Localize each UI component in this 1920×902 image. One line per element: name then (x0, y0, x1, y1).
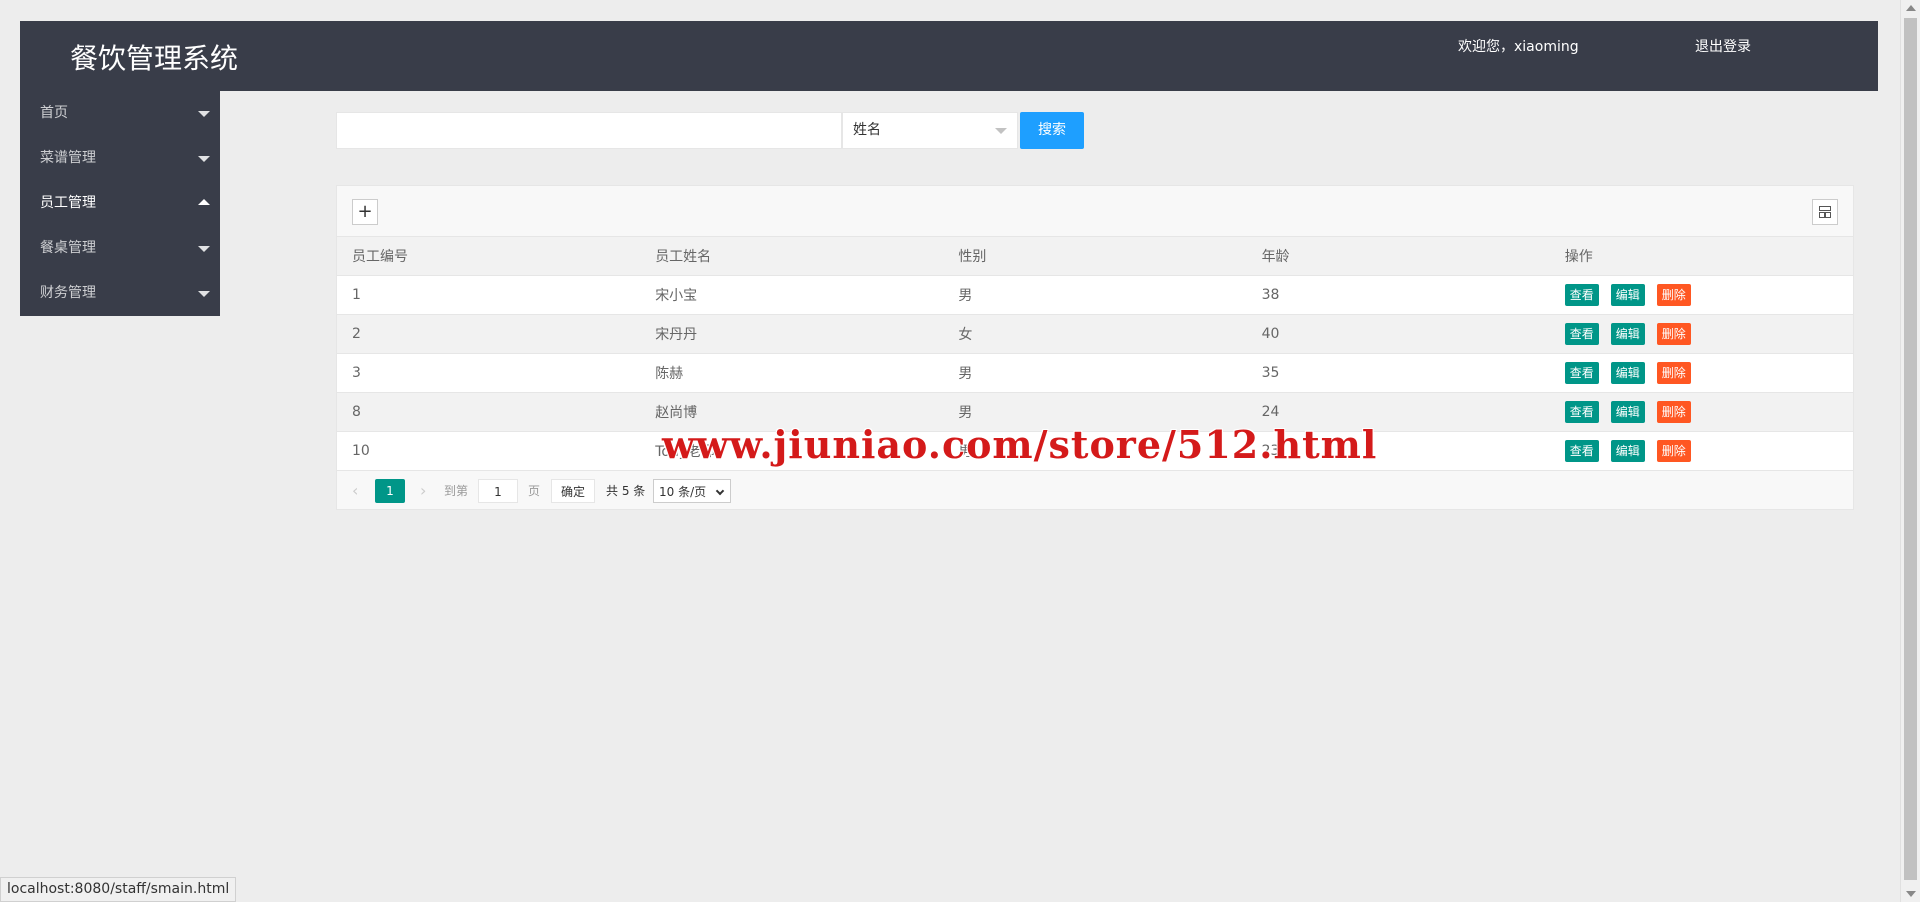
goto-confirm-button[interactable]: 确定 (551, 479, 595, 503)
edit-button[interactable]: 编辑 (1610, 361, 1645, 384)
top-header: 餐饮管理系统 欢迎您，xiaoming 退出登录 (20, 21, 1878, 91)
table-row: 1 宋小宝 男 38 查看 编辑 删除 (337, 275, 1853, 314)
view-button[interactable]: 查看 (1564, 283, 1599, 306)
columns-icon[interactable] (1812, 199, 1838, 225)
cell-gender: 男 (958, 365, 973, 382)
page-current[interactable]: 1 (375, 479, 405, 503)
delete-button[interactable]: 删除 (1656, 400, 1691, 423)
vertical-scrollbar[interactable] (1900, 0, 1920, 902)
cell-actions: 查看 编辑 删除 (1550, 353, 1853, 392)
page-unit-label: 页 (528, 484, 541, 498)
page-size-select[interactable]: 10 条/页 (653, 479, 731, 503)
cell-gender: 女 (958, 326, 973, 343)
cell-actions: 查看 编辑 删除 (1550, 275, 1853, 314)
sidebar-item-label: 财务管理 (40, 285, 96, 301)
page-size-value: 10 条/页 (659, 485, 707, 499)
goto-label: 到第 (444, 484, 469, 498)
cell-id: 1 (352, 286, 361, 303)
delete-button[interactable]: 删除 (1656, 322, 1691, 345)
cell-id: 3 (352, 364, 361, 381)
cell-actions: 查看 编辑 删除 (1550, 314, 1853, 353)
watermark: www.jiuniao.com/store/512.html (662, 422, 1378, 467)
sidebar: 首页 菜谱管理 员工管理 餐桌管理 财务管理 (20, 91, 220, 316)
chevron-left-icon[interactable]: ‹ (352, 479, 358, 503)
header-age: 年龄 (1261, 248, 1290, 265)
view-button[interactable]: 查看 (1564, 361, 1599, 384)
welcome-text: 欢迎您，xiaoming (1458, 39, 1579, 55)
header-name: 员工姓名 (655, 248, 712, 265)
logout-link[interactable]: 退出登录 (1695, 36, 1751, 56)
sidebar-item-label: 员工管理 (40, 195, 96, 211)
chevron-down-icon (198, 291, 210, 297)
total-count: 共 5 条 (606, 484, 646, 498)
goto-page-input[interactable]: 1 (478, 479, 518, 503)
sidebar-item-label: 餐桌管理 (40, 240, 96, 256)
view-button[interactable]: 查看 (1564, 439, 1599, 462)
chevron-down-icon (198, 246, 210, 252)
chevron-down-icon (715, 486, 725, 496)
cell-name: 陈赫 (655, 365, 684, 382)
chevron-right-icon[interactable]: › (420, 479, 426, 503)
search-field-value: 姓名 (853, 122, 881, 138)
cell-name: 宋丹丹 (655, 326, 698, 343)
chevron-up-icon (198, 199, 210, 205)
sidebar-item-home[interactable]: 首页 (20, 91, 220, 136)
status-bar-url: localhost:8080/staff/smain.html (0, 877, 237, 902)
chevron-down-icon (198, 156, 210, 162)
cell-gender: 男 (958, 287, 973, 304)
delete-button[interactable]: 删除 (1656, 361, 1691, 384)
table-row: 3 陈赫 男 35 查看 编辑 删除 (337, 353, 1853, 392)
sidebar-item-label: 菜谱管理 (40, 150, 96, 166)
cell-age: 35 (1261, 364, 1280, 381)
search-button[interactable]: 搜索 (1020, 112, 1084, 149)
cell-id: 2 (352, 325, 361, 342)
scroll-thumb[interactable] (1904, 18, 1917, 880)
delete-button[interactable]: 删除 (1656, 439, 1691, 462)
cell-age: 38 (1261, 286, 1280, 303)
cell-name: 宋小宝 (655, 287, 698, 304)
header-gender: 性别 (958, 248, 987, 265)
chevron-down-icon (198, 111, 210, 117)
view-button[interactable]: 查看 (1564, 322, 1599, 345)
plus-icon[interactable]: + (352, 199, 378, 225)
header-actions: 操作 (1564, 248, 1593, 265)
header-id: 员工编号 (352, 248, 408, 265)
scroll-down-icon[interactable] (1906, 891, 1916, 897)
cell-actions: 查看 编辑 删除 (1550, 431, 1853, 470)
table-header-row: 员工编号 员工姓名 性别 年龄 操作 (337, 237, 1853, 275)
cell-actions: 查看 编辑 删除 (1550, 392, 1853, 431)
edit-button[interactable]: 编辑 (1610, 400, 1645, 423)
edit-button[interactable]: 编辑 (1610, 322, 1645, 345)
view-button[interactable]: 查看 (1564, 400, 1599, 423)
delete-button[interactable]: 删除 (1656, 283, 1691, 306)
cell-id: 10 (352, 442, 370, 459)
pagination: ‹ 1 › 到第 1 页 确定 共 5 条 10 条/页 (337, 470, 1853, 509)
search-input[interactable] (336, 112, 842, 149)
chevron-down-icon (995, 128, 1007, 134)
sidebar-item-finance[interactable]: 财务管理 (20, 271, 220, 316)
table-toolbar: + (337, 186, 1853, 237)
sidebar-item-staff[interactable]: 员工管理 (20, 181, 220, 226)
cell-id: 8 (352, 403, 361, 420)
app-title: 餐饮管理系统 (70, 42, 239, 75)
search-field-select[interactable]: 姓名 (842, 112, 1018, 149)
sidebar-item-menu[interactable]: 菜谱管理 (20, 136, 220, 181)
cell-age: 40 (1261, 325, 1280, 342)
sidebar-item-tables[interactable]: 餐桌管理 (20, 226, 220, 271)
edit-button[interactable]: 编辑 (1610, 439, 1645, 462)
scroll-up-icon[interactable] (1906, 5, 1916, 11)
edit-button[interactable]: 编辑 (1610, 283, 1645, 306)
sidebar-item-label: 首页 (40, 105, 68, 121)
table-row: 2 宋丹丹 女 40 查看 编辑 删除 (337, 314, 1853, 353)
